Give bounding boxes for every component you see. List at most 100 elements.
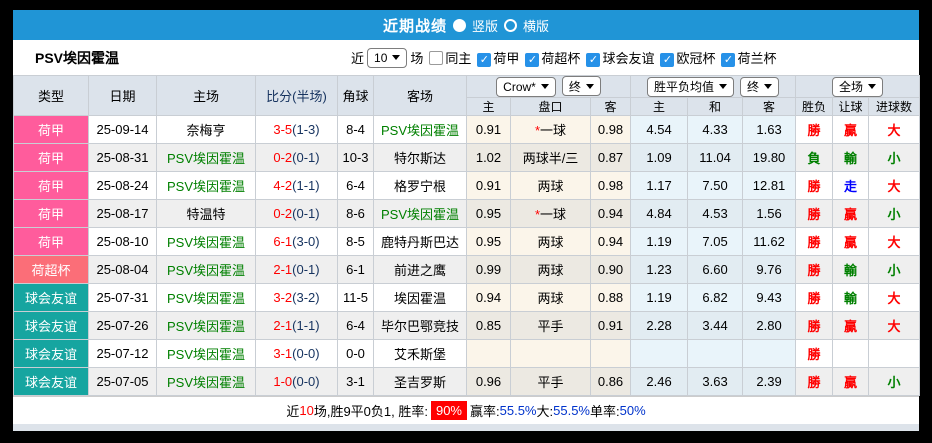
- cell-goals-result: 大: [868, 283, 921, 312]
- vertical-layout-label[interactable]: 竖版: [472, 16, 498, 35]
- table-row: 球会友谊 25-07-05 PSV埃因霍温 1-0(0-0) 3-1 圣吉罗斯 0.96 平手…: [13, 367, 921, 396]
- league-checkbox-label[interactable]: 球会友谊: [602, 51, 654, 66]
- cell-let-home-odds: [466, 339, 511, 368]
- cell-goals-result: 小: [868, 143, 921, 172]
- league-checkbox-荷甲[interactable]: [477, 53, 492, 68]
- col-subheader: 客: [742, 97, 797, 116]
- cell-result: 勝: [795, 115, 834, 144]
- cell-let-home-odds: 0.94: [466, 283, 511, 312]
- company-select[interactable]: Crow*: [496, 76, 556, 97]
- cell-avg-draw: 4.33: [687, 115, 744, 144]
- league-checkbox-label[interactable]: 荷超杯: [541, 51, 580, 66]
- league-checkbox-欧冠杯[interactable]: [660, 53, 675, 68]
- cell-let-home-odds: 0.96: [466, 367, 511, 396]
- cell-date: 25-08-04: [88, 255, 157, 284]
- col-header-type: 类型: [13, 75, 89, 116]
- avg-final-select[interactable]: 终: [740, 76, 780, 97]
- cell-let-result: 輸: [832, 143, 870, 172]
- league-checkbox-球会友谊[interactable]: [586, 53, 601, 68]
- handicap-select-group: Crow* 终: [465, 75, 632, 98]
- cell-score: 3-5(1-3): [255, 115, 338, 144]
- cell-handicap: 两球: [510, 171, 591, 200]
- vertical-layout-radio[interactable]: [452, 18, 466, 32]
- cell-avg-draw: 4.53: [687, 199, 744, 228]
- cell-home-team: PSV埃因霍温: [156, 227, 256, 256]
- recent-results-panel: 近期战绩 竖版 横版 PSV埃因霍温 近 10 场 同主 荷甲荷超杯球会友谊欧冠…: [13, 10, 921, 431]
- cell-date: 25-08-31: [88, 143, 157, 172]
- cell-result: 勝: [795, 367, 834, 396]
- league-checkbox-label[interactable]: 荷甲: [493, 51, 519, 66]
- league-checkbox-label[interactable]: 荷兰杯: [737, 51, 776, 66]
- cell-let-home-odds: 0.91: [466, 171, 511, 200]
- cell-let-result: 贏: [832, 367, 870, 396]
- table-row: 荷甲 25-08-24 PSV埃因霍温 4-2(1-1) 6-4 格罗宁根 0.91 两球 0.…: [13, 171, 921, 200]
- cell-let-away-odds: 0.94: [589, 199, 632, 228]
- horizontal-layout-radio[interactable]: [504, 18, 517, 32]
- cell-avg-draw: 6.82: [687, 283, 744, 312]
- win-rate-badge: 90%: [430, 401, 467, 420]
- handicap-final-select[interactable]: 终: [561, 76, 601, 97]
- stats-text: 单率:: [590, 404, 620, 419]
- scope-select[interactable]: 全场: [832, 76, 884, 97]
- cell-corner: 6-4: [337, 171, 374, 200]
- cell-result: 勝: [795, 227, 834, 256]
- table-row: 球会友谊 25-07-12 PSV埃因霍温 3-1(0-0) 0-0 艾禾斯堡 勝: [13, 339, 921, 368]
- cell-avg-home: 2.28: [630, 311, 689, 340]
- cell-let-result: 贏: [832, 199, 870, 228]
- cell-home-team: PSV埃因霍温: [156, 143, 256, 172]
- cell-handicap: *一球: [510, 115, 591, 144]
- avg-type-select[interactable]: 胜平负均值: [647, 76, 735, 97]
- match-count-select[interactable]: 10: [367, 47, 408, 68]
- cell-away-team: 特尔斯达: [373, 143, 467, 172]
- league-checkbox-label[interactable]: 欧冠杯: [676, 51, 715, 66]
- league-checkbox-荷超杯[interactable]: [525, 53, 540, 68]
- col-subheader: 主: [630, 97, 689, 116]
- cell-score: 2-1(0-1): [255, 255, 338, 284]
- filter-controls: 近 10 场 同主 荷甲 荷超杯 球会友谊 欧冠杯 荷兰杯: [351, 47, 776, 68]
- cell-type: 球会友谊: [13, 283, 89, 312]
- cell-avg-draw: 3.44: [687, 311, 744, 340]
- stats-text: 50%: [619, 403, 646, 418]
- cell-type: 荷超杯: [13, 255, 89, 284]
- cell-goals-result: 小: [868, 199, 921, 228]
- cell-avg-draw: 3.63: [687, 367, 744, 396]
- cell-corner: 6-4: [337, 311, 374, 340]
- cell-avg-home: 2.46: [630, 367, 689, 396]
- same-home-checkbox[interactable]: [429, 50, 444, 65]
- table-row: 球会友谊 25-07-26 PSV埃因霍温 2-1(1-1) 6-4 毕尔巴鄂竞技 0.85…: [13, 311, 921, 340]
- cell-let-away-odds: [589, 339, 632, 368]
- horizontal-layout-label[interactable]: 横版: [523, 16, 549, 35]
- col-subheader: 盘口: [510, 97, 591, 116]
- cell-goals-result: 大: [868, 227, 921, 256]
- avg-select-group: 胜平负均值终: [630, 75, 797, 98]
- cell-score: 3-1(0-0): [255, 339, 338, 368]
- cell-away-team: 埃因霍温: [373, 283, 467, 312]
- page-frame: 近期战绩 竖版 横版 PSV埃因霍温 近 10 场 同主 荷甲荷超杯球会友谊欧冠…: [0, 0, 932, 443]
- league-checkbox-荷兰杯[interactable]: [721, 53, 736, 68]
- cell-result: 勝: [795, 255, 834, 284]
- col-header-corner: 角球: [337, 75, 374, 116]
- cell-avg-away: 1.56: [742, 199, 797, 228]
- bottom-strip: [13, 424, 919, 431]
- cell-home-team: PSV埃因霍温: [156, 283, 256, 312]
- cell-avg-home: 1.09: [630, 143, 689, 172]
- cell-handicap: 两球: [510, 283, 591, 312]
- cell-type: 荷甲: [13, 143, 89, 172]
- stats-text: 55.5%: [553, 403, 590, 418]
- cell-corner: 8-5: [337, 227, 374, 256]
- cell-avg-home: 1.19: [630, 283, 689, 312]
- cell-avg-home: 1.23: [630, 255, 689, 284]
- col-subheader: 客: [589, 97, 632, 116]
- col-header-away: 客场: [373, 75, 467, 116]
- cell-avg-away: 11.62: [742, 227, 797, 256]
- cell-away-team: 前进之鹰: [373, 255, 467, 284]
- title-bar: 近期战绩 竖版 横版: [13, 10, 919, 40]
- cell-corner: 11-5: [337, 283, 374, 312]
- stats-text: 55.5%: [499, 403, 537, 418]
- cell-type: 荷甲: [13, 199, 89, 228]
- cell-score: 4-2(1-1): [255, 171, 338, 200]
- cell-handicap: 两球半/三: [510, 143, 591, 172]
- table-row: 球会友谊 25-07-31 PSV埃因霍温 3-2(3-2) 11-5 埃因霍温 0.94 两…: [13, 283, 921, 312]
- cell-avg-home: [630, 339, 689, 368]
- table-row: 荷甲 25-08-31 PSV埃因霍温 0-2(0-1) 10-3 特尔斯达 1.02 两球半…: [13, 143, 921, 172]
